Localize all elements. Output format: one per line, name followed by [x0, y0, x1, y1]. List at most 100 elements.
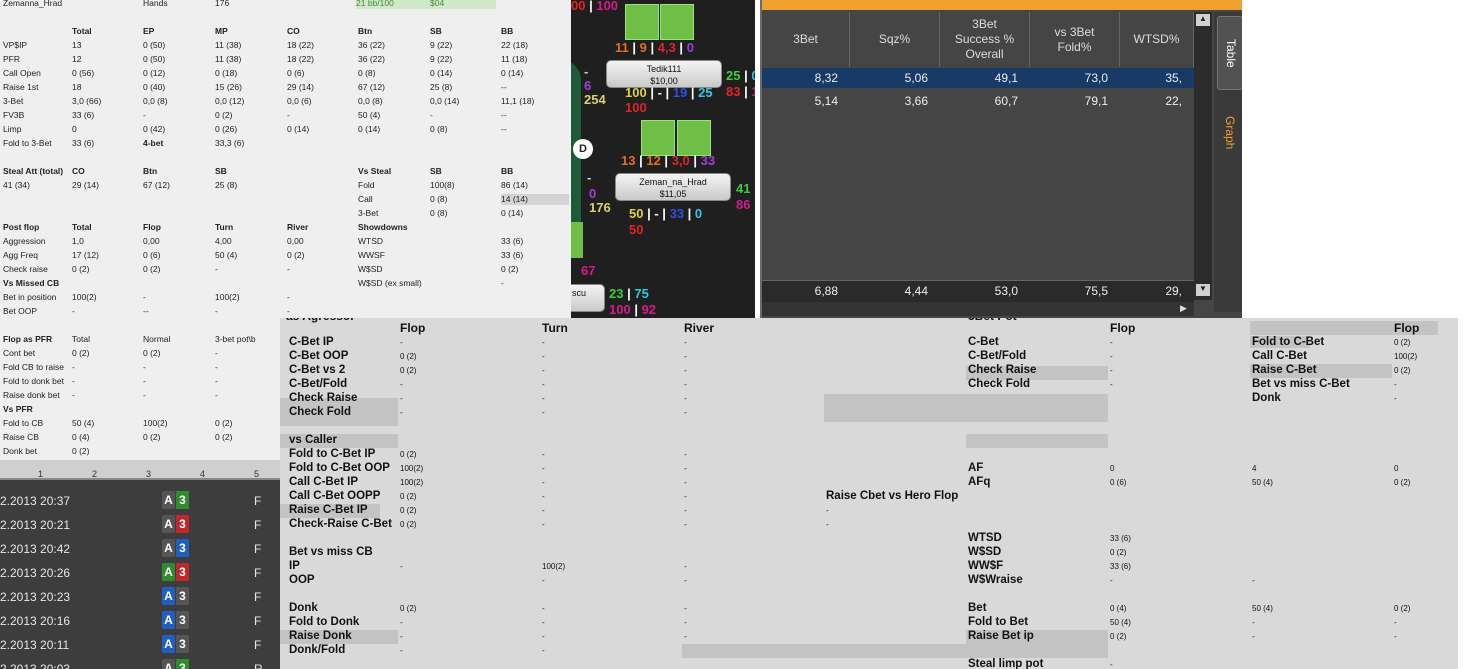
cell-highlight [824, 394, 1108, 422]
grid-column-header[interactable]: vs 3Bet Fold% [1030, 12, 1120, 67]
pfr-value: 0 (2) [215, 432, 233, 442]
player-nameplate[interactable]: Zeman_na_Hrad $11,05 [615, 173, 731, 201]
scroll-down-icon[interactable]: ▼ [1196, 284, 1210, 296]
stat-value: 0 (14) [501, 68, 524, 78]
column-header: Flop [1394, 321, 1420, 335]
grid-column-header[interactable]: WTSD% [1120, 12, 1194, 67]
stat-value: - [430, 110, 433, 120]
hud-p1-bottom-right: 83 | 100 [726, 84, 755, 99]
stat-value: - [1394, 394, 1397, 403]
vs-steal-label: 3-Bet [358, 208, 379, 218]
grid-cell: 6,88 [814, 284, 838, 298]
stat-value: - [542, 632, 545, 641]
hand-row[interactable]: 2.2013 20:37 A 3 F [0, 488, 280, 512]
hole-card: A [162, 563, 175, 581]
hand-list-column-4[interactable]: 4 [200, 469, 205, 479]
stat-value: - [542, 618, 545, 627]
column-header: Flop [1110, 321, 1136, 335]
player-nameplate[interactable]: Tedik111 $10,00 [606, 60, 722, 88]
grid-column-header[interactable]: 3Bet [762, 12, 850, 67]
grid-column-header[interactable]: Sqz% [850, 12, 940, 67]
stat-label: C-Bet IP [289, 336, 334, 348]
vertical-scrollbar[interactable]: ▲ ▼ [1194, 12, 1212, 300]
player-stack: $11,05 [659, 189, 687, 199]
stat-label: Call C-Bet [1252, 350, 1307, 362]
hand-row[interactable]: 2.2013 20:16 A 3 F [0, 608, 280, 632]
stat-label: Limp [3, 124, 22, 134]
stat-label: vs Caller [289, 434, 337, 446]
hand-list-column-1[interactable]: 1 [38, 469, 43, 479]
hud-p3-left: 67 [581, 263, 595, 278]
stat-value: - [542, 366, 545, 375]
stat-value: 33 (6) [1110, 562, 1131, 571]
hand-date: 2.2013 20:03 [0, 662, 71, 669]
stat-label: Bet [968, 602, 987, 614]
player-nameplate[interactable]: scu [571, 284, 605, 312]
vs-steal-header: Vs Steal [358, 166, 392, 176]
hand-row[interactable]: 2.2013 20:03 A 3 R [0, 656, 280, 669]
pfr-value: - [215, 376, 218, 386]
stats-grid-panel[interactable]: ▲ ▼ Table Graph ▶ 3Bet Sqz% 3Bet Success %… [760, 0, 1242, 318]
stat-value: 67 (12) [358, 82, 385, 92]
stat-value: - [400, 562, 403, 571]
showdown-value: 33 (6) [501, 236, 524, 246]
stat-value: -- [501, 110, 507, 120]
tab-graph[interactable]: Graph [1217, 102, 1242, 162]
hand-row[interactable]: 2.2013 20:11 A 3 F [0, 632, 280, 656]
poker-table-view[interactable]: 00 | 100 Tedik111 $10,00 11 | 9 | 4,3 | 0-6… [571, 0, 755, 318]
hand-list-header[interactable]: 1 2 3 4 5 [0, 460, 280, 480]
hole-card: 3 [176, 563, 189, 581]
grid-row[interactable]: 5,14 3,66 60,7 79,1 22, [762, 91, 1194, 111]
hand-list-column-2[interactable]: 2 [92, 469, 97, 479]
hand-row[interactable]: 2.2013 20:23 A 3 F [0, 584, 280, 608]
hole-card: A [162, 611, 175, 629]
stat-label: W$SD [968, 546, 1002, 558]
hud-stat: 12 [646, 153, 661, 168]
stat-value: - [143, 110, 146, 120]
hand-list-column-5[interactable]: 5 [254, 469, 259, 479]
player-name: Zemanna_Hrad [3, 0, 63, 8]
stat-label: Fold to C-Bet [1252, 336, 1325, 348]
stat-label: Donk [289, 602, 318, 614]
stat-value: 0 (50) [143, 40, 166, 50]
stat-value: - [684, 394, 687, 403]
grid-column-header[interactable]: 3Bet Success % Overall [940, 12, 1030, 67]
hand-row[interactable]: 2.2013 20:26 A 3 F [0, 560, 280, 584]
postflop-value: 100(2) [215, 292, 240, 302]
tab-table[interactable]: Table [1217, 16, 1242, 90]
pfr-value: 100(2) [143, 418, 168, 428]
vs-steal-label: Fold [358, 180, 375, 190]
stat-value: 0 (14) [430, 68, 453, 78]
postflop-header: Total [72, 222, 92, 232]
hand-row[interactable]: 2.2013 20:42 A 3 F [0, 536, 280, 560]
stat-value: 4 [1252, 464, 1257, 473]
hand-action: F [254, 542, 262, 556]
postflop-value: 4,00 [215, 236, 232, 246]
column-header: EP [143, 26, 155, 36]
scroll-right-icon[interactable]: ▶ [1180, 303, 1187, 314]
hud-stat: | [628, 40, 640, 55]
pfr-label: Vs PFR [3, 404, 33, 414]
grid-footer-values[interactable]: 6,88 4,44 53,0 75,5 29, [762, 281, 1194, 301]
stat-label: Fold to Bet [968, 616, 1029, 628]
hud-p2-right2: 86 | 100 [736, 197, 755, 212]
stat-value: - [684, 408, 687, 417]
postflop-value: - [72, 306, 75, 316]
pfr-value: 0 (2) [72, 446, 90, 456]
stat-value: 11 (38) [215, 54, 242, 64]
hud-stat: 25 [698, 85, 713, 100]
hand-list-column-3[interactable]: 3 [146, 469, 151, 479]
stat-label: W$Wraise [968, 574, 1023, 586]
scroll-up-icon[interactable]: ▲ [1196, 14, 1210, 26]
grid-row[interactable]: 8,32 5,06 49,1 73,0 35, [762, 68, 1194, 88]
hud-p1-bottom: 100 | - | 19 | 25 [625, 85, 713, 100]
stat-label: Raise Bet ip [968, 630, 1034, 642]
pfr-value: - [72, 362, 75, 372]
vs-steal-header: BB [501, 166, 514, 176]
stat-value: - [684, 352, 687, 361]
hud-p2-right: 41 | 50 [736, 181, 755, 196]
stat-value: 0 (14) [287, 124, 310, 134]
hand-row[interactable]: 2.2013 20:21 A 3 F [0, 512, 280, 536]
hand-history-list[interactable]: 12345 2.2013 20:37 A 3 F 2.2013 20:21 A 3 F 2.20… [0, 460, 280, 669]
horizontal-scrollbar[interactable]: ▶ [762, 302, 1194, 316]
